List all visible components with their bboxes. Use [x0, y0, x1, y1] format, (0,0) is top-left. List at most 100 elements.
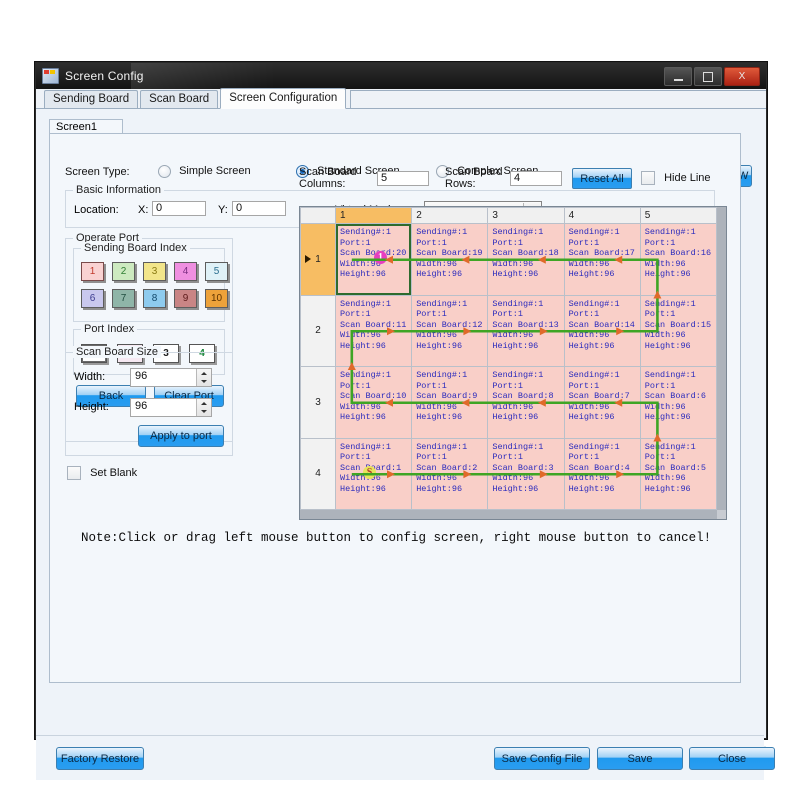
close-button[interactable]: Close	[689, 747, 775, 770]
grid-cell[interactable]: Sending#:1 Port:1 Scan Board:14 Width:96…	[563, 294, 641, 367]
apply-to-port-button[interactable]: Apply to port	[138, 425, 224, 447]
hide-line-checkbox[interactable]: Hide Line	[641, 171, 711, 185]
grid-cell-text: Sending#:1 Port:1 Scan Board:5 Width:96 …	[644, 441, 706, 494]
grid-scrollbar-corner	[717, 510, 726, 519]
grid-row-header-3[interactable]: 3	[300, 366, 336, 439]
grid-column-header-5[interactable]: 5	[639, 207, 717, 224]
sending-board-index-button-2[interactable]: 2	[112, 262, 135, 281]
sending-board-index-row-2: 6 7 8 9 10	[81, 289, 228, 308]
grid-cell[interactable]: Sending#:1 Port:1 Scan Board:4 Width:96 …	[563, 437, 641, 510]
grid-cell[interactable]: Sending#:1 Port:1 Scan Board:11 Width:96…	[334, 294, 413, 367]
grid-cell[interactable]: Sending#:1 Port:1 Scan Board:10 Width:96…	[334, 366, 413, 439]
grid-cell[interactable]: Sending#:1 Port:1 Scan Board:3 Width:96 …	[487, 437, 565, 510]
title-bar: Screen Config X	[36, 63, 766, 89]
sending-board-index-button-1[interactable]: 1	[81, 262, 104, 281]
y-label: Y:	[218, 204, 228, 216]
reset-all-button[interactable]: Reset All	[572, 168, 632, 189]
grid-cell[interactable]: Sending#:1 Port:1 Scan Board:20 Width:96…	[334, 223, 413, 296]
screen-config-window: Screen Config X Sending Board Scan Board…	[35, 62, 775, 780]
sending-board-index-button-4[interactable]: 4	[174, 262, 197, 281]
height-spinner[interactable]	[196, 399, 211, 416]
grid-cell[interactable]: Sending#:1 Port:1 Scan Board:19 Width:96…	[411, 223, 489, 296]
minimize-button[interactable]	[664, 67, 692, 86]
grid-cell[interactable]: Sending#:1 Port:1 Scan Board:7 Width:96 …	[563, 366, 641, 439]
grid-cell[interactable]: Sending#:1 Port:1 Scan Board:13 Width:96…	[487, 294, 565, 367]
sending-board-index-button-9[interactable]: 9	[174, 289, 197, 308]
sending-board-index-button-10[interactable]: 10	[205, 289, 228, 308]
scan-board-columns-input[interactable]	[377, 171, 429, 186]
grid-cell-text: Sending#:1 Port:1 Scan Board:14 Width:96…	[568, 298, 635, 351]
grid-cell-text: Sending#:1 Port:1 Scan Board:20 Width:96…	[340, 227, 406, 279]
grid-corner-cell	[300, 207, 336, 224]
grid-cell[interactable]: Sending#:1 Port:1 Scan Board:17 Width:96…	[563, 223, 641, 296]
grid-cell-text: Sending#:1 Port:1 Scan Board:19 Width:96…	[416, 227, 483, 279]
scan-board-rows-input[interactable]	[510, 171, 562, 186]
tab-sending-board[interactable]: Sending Board	[44, 90, 139, 108]
grid-column-header-4[interactable]: 4	[563, 207, 641, 224]
sending-board-index-button-6[interactable]: 6	[81, 289, 104, 308]
grid-column-header-3[interactable]: 3	[487, 207, 565, 224]
grid-horizontal-scrollbar[interactable]	[300, 510, 717, 519]
grid-column-header-1[interactable]: 1	[334, 207, 413, 224]
width-spinner[interactable]	[196, 369, 211, 386]
grid-cell[interactable]: Sending#:1 Port:1 Scan Board:6 Width:96 …	[639, 366, 717, 439]
grid-cell[interactable]: Sending#:1 Port:1 Scan Board:5 Width:96 …	[639, 437, 717, 510]
port-index-caption: Port Index	[81, 323, 138, 335]
grid-cell[interactable]: Sending#:1 Port:1 Scan Board:1 Width:96 …	[334, 437, 413, 510]
grid-cell-text: Sending#:1 Port:1 Scan Board:10 Width:96…	[340, 370, 407, 422]
path-start-marker: S	[363, 465, 376, 479]
grid-row: 1 Sending#:1 Port:1 Scan Board:20 Width:9…	[300, 223, 717, 296]
grid-cell[interactable]: Sending#:1 Port:1 Scan Board:16 Width:96…	[639, 223, 717, 296]
grid-cell[interactable]: Sending#:1 Port:1 Scan Board:12 Width:96…	[411, 294, 489, 367]
grid-cell-text: Sending#:1 Port:1 Scan Board:4 Width:96 …	[568, 441, 630, 494]
grid-vertical-scrollbar[interactable]	[717, 207, 726, 510]
sending-board-index-caption: Sending Board Index	[81, 242, 190, 254]
radio-simple-screen[interactable]: Simple Screen	[158, 165, 251, 178]
grid-cell-text: Sending#:1 Port:1 Scan Board:15 Width:96…	[644, 298, 712, 351]
grid-row-header-1[interactable]: 1	[300, 223, 336, 296]
height-value: 96	[135, 400, 148, 412]
basic-information-caption: Basic Information	[73, 184, 164, 196]
grid-cell[interactable]: Sending#:1 Port:1 Scan Board:15 Width:96…	[639, 294, 717, 367]
grid-cell-text: Sending#:1 Port:1 Scan Board:3 Width:96 …	[492, 441, 554, 494]
width-value: 96	[135, 370, 148, 382]
grid-row-header-label: 1	[315, 253, 321, 265]
scan-board-size-caption: Scan Board Size	[73, 346, 161, 358]
screen1-content: Screen Type: Simple Screen Standard Scre…	[63, 160, 766, 780]
grid-row: 3 Sending#:1 Port:1 Scan Board:10 Width:9…	[300, 366, 717, 439]
window-controls: X	[664, 67, 760, 86]
tab-scan-board[interactable]: Scan Board	[140, 90, 219, 108]
grid-row-header-label: 3	[315, 396, 321, 408]
app-icon	[42, 68, 59, 84]
x-input[interactable]	[152, 201, 206, 216]
sending-board-index-button-8[interactable]: 8	[143, 289, 166, 308]
screen-layout-grid[interactable]: 12345 1Sending#:1 Port:1 Scan Board:20 W…	[299, 206, 727, 520]
grid-cell[interactable]: Sending#:1 Port:1 Scan Board:8 Width:96 …	[487, 366, 565, 439]
grid-cell[interactable]: Sending#:1 Port:1 Scan Board:18 Width:96…	[487, 223, 565, 296]
maximize-button[interactable]	[694, 67, 722, 86]
set-blank-checkbox[interactable]: Set Blank	[67, 466, 137, 480]
grid-row-header-2[interactable]: 2	[300, 294, 336, 367]
grid-row-header-4[interactable]: 4	[300, 437, 336, 510]
grid-header-row: 12345	[300, 207, 717, 224]
sending-board-index-button-7[interactable]: 7	[112, 289, 135, 308]
width-stepper[interactable]: 96	[130, 368, 212, 387]
window-body: Screen Number: 1 ▼ Config Read from HW S…	[36, 109, 775, 780]
grid-cell[interactable]: Sending#:1 Port:1 Scan Board:9 Width:96 …	[411, 366, 489, 439]
factory-restore-button[interactable]: Factory Restore	[56, 747, 144, 770]
sending-board-index-button-5[interactable]: 5	[205, 262, 228, 281]
tab-screen-configuration[interactable]: Screen Configuration	[220, 88, 347, 109]
close-window-button[interactable]: X	[724, 67, 760, 86]
grid-column-header-2[interactable]: 2	[411, 207, 489, 224]
grid-cell[interactable]: Sending#:1 Port:1 Scan Board:2 Width:96 …	[411, 437, 489, 510]
sending-board-index-button-3[interactable]: 3	[143, 262, 166, 281]
save-config-file-button[interactable]: Save Config File	[494, 747, 590, 770]
height-stepper[interactable]: 96	[130, 398, 212, 417]
set-blank-checkbox-box	[67, 466, 81, 480]
grid-cell-text: Sending#:1 Port:1 Scan Board:1 Width:96 …	[340, 441, 402, 494]
sending-board-index-group: Sending Board Index 12345 6 7 8 9 10	[73, 242, 228, 322]
y-input[interactable]	[232, 201, 286, 216]
grid-cell-text: Sending#:1 Port:1 Scan Board:6 Width:96 …	[644, 370, 706, 422]
title-bar-highlight	[131, 63, 276, 89]
save-button[interactable]: Save	[597, 747, 683, 770]
